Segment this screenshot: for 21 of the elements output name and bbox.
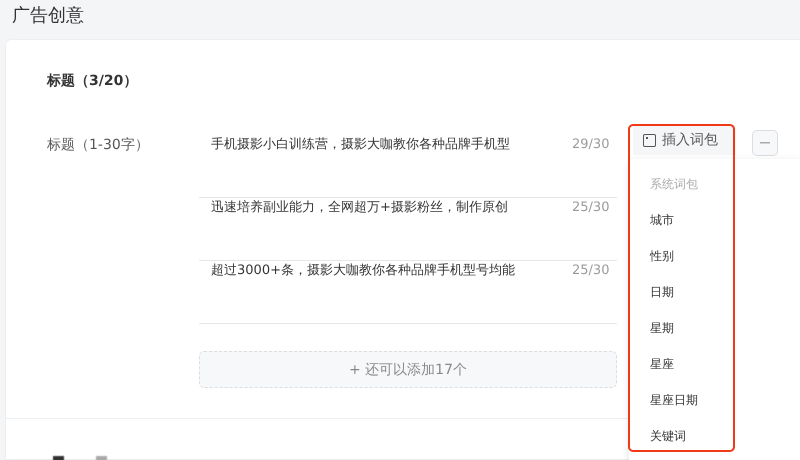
character-count: 25/30: [572, 199, 610, 217]
character-count: 25/30: [572, 262, 610, 280]
menu-item[interactable]: 星座日期: [629, 385, 800, 421]
field-label: 标题（1-30字）: [46, 136, 150, 155]
menu-item[interactable]: 星座: [629, 349, 800, 385]
menu-item[interactable]: 性别: [629, 241, 800, 277]
menu-item[interactable]: 城市: [629, 205, 800, 241]
input-field[interactable]: 超过3000+条，摄影大咖教你各种品牌手机型号均能: [199, 261, 572, 281]
page-title: 广告创意: [11, 4, 85, 28]
section-heading: 标题（3/20）: [46, 72, 138, 91]
insert-button[interactable]: 插入词包: [633, 125, 736, 155]
menu-item[interactable]: 关键词: [629, 421, 800, 457]
minus-icon: [760, 142, 770, 144]
menu-item[interactable]: 日期: [629, 277, 800, 313]
menu-group-label: 系统词包: [649, 176, 699, 193]
input-field[interactable]: 手机摄影小白训练营，摄影大咖教你各种品牌手机型: [199, 135, 572, 155]
remove-button[interactable]: [752, 130, 778, 156]
input-field[interactable]: 迅速培养副业能力，全网超万+摄影粉丝，制作原创: [199, 198, 572, 218]
character-count: 29/30: [572, 136, 610, 154]
menu-item[interactable]: 星期: [629, 313, 800, 349]
word-pack-icon: [643, 134, 656, 146]
